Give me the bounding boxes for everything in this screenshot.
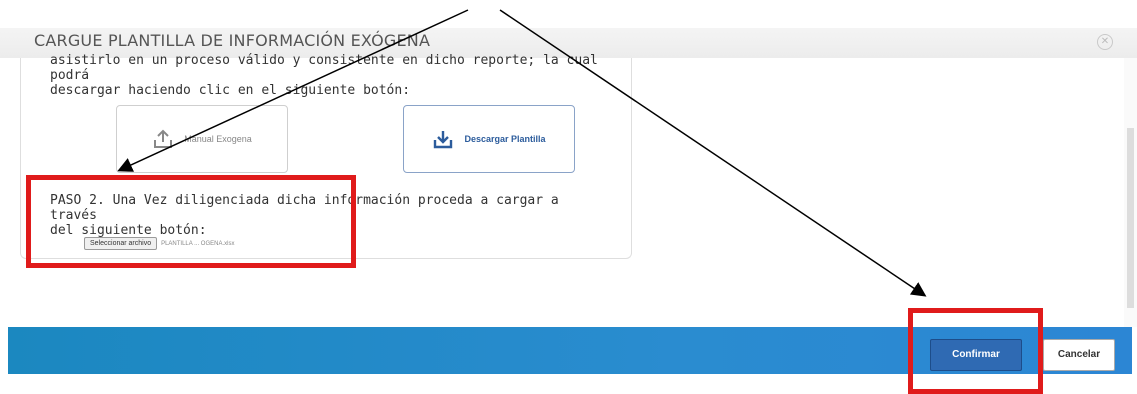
cancel-button[interactable]: Cancelar [1043, 339, 1115, 371]
scroll-thumb[interactable] [1127, 128, 1134, 308]
dialog-title: CARGUE PLANTILLA DE INFORMACIÓN EXÓGENA [34, 31, 431, 50]
annotation-box-confirm [908, 308, 1043, 394]
intro-line-2: descargar haciendo clic en el siguiente … [50, 83, 411, 98]
manual-exogena-button[interactable]: Manual Exogena [116, 105, 288, 173]
upload-icon [154, 129, 173, 148]
intro-line-1: asistirlo en un proceso válido y consist… [50, 53, 598, 83]
manual-exogena-label: Manual Exogena [184, 134, 252, 144]
close-icon[interactable]: ✕ [1097, 34, 1113, 50]
intro-text: asistirlo en un proceso válido y consist… [50, 53, 610, 98]
descargar-plantilla-button[interactable]: Descargar Plantilla [403, 105, 575, 173]
descargar-plantilla-label: Descargar Plantilla [464, 134, 546, 144]
scrollbar[interactable] [1124, 58, 1137, 327]
annotation-box-file-upload [26, 175, 356, 268]
download-icon [434, 131, 453, 149]
